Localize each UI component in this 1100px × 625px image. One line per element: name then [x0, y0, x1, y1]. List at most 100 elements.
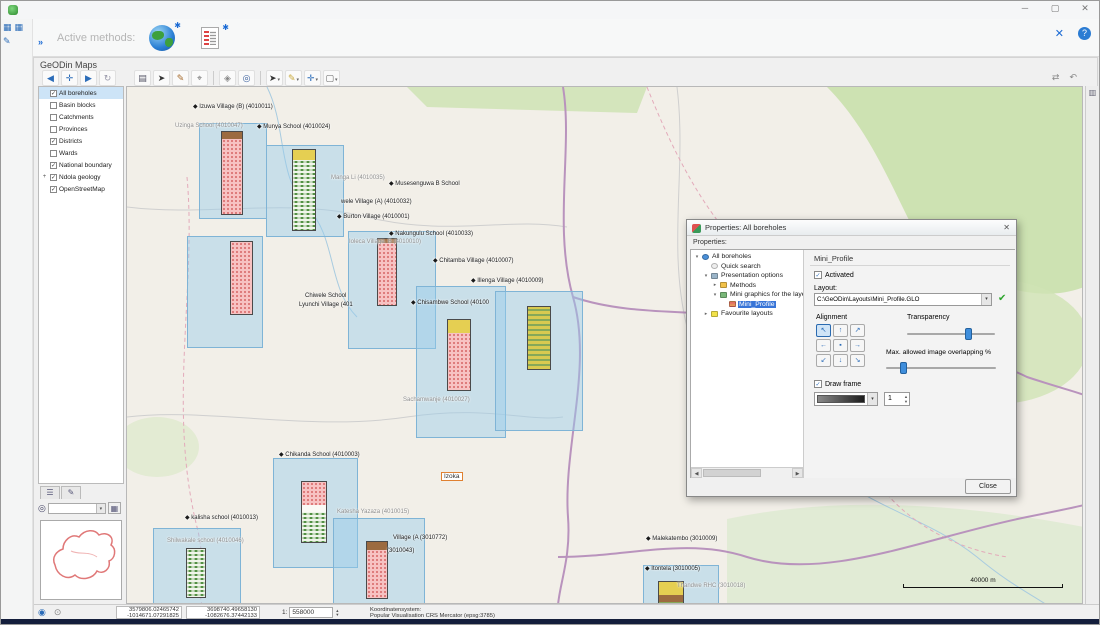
tree-expander-icon[interactable]: ▸: [712, 282, 718, 288]
tree-expander-icon[interactable]: ▾: [712, 292, 718, 298]
layer-checkbox[interactable]: ✓: [50, 174, 57, 181]
scroll-right-icon[interactable]: ▶: [792, 468, 803, 478]
close-button[interactable]: ✕: [1079, 3, 1091, 14]
layers-tab[interactable]: ☰: [40, 486, 60, 499]
panel-expand-chevron[interactable]: »: [38, 37, 43, 47]
pan-left-button[interactable]: ◀: [42, 70, 59, 86]
layer-row[interactable]: ✓National boundary: [39, 159, 123, 171]
close-methods-icon[interactable]: ✕: [1055, 27, 1064, 40]
slider-handle[interactable]: [965, 328, 972, 340]
layout-path-input[interactable]: C:\GeODin\Layouts\Mini_Profile.GLO ▾: [814, 293, 992, 306]
transparency-slider[interactable]: [907, 328, 995, 340]
scale-input[interactable]: 558000: [289, 607, 333, 618]
tree-item[interactable]: ▸Favourite layouts: [691, 309, 803, 319]
spinner-arrows-icon[interactable]: ▲▼: [904, 395, 908, 404]
layer-row[interactable]: Wards: [39, 147, 123, 159]
tree-item[interactable]: Mini_Profile: [691, 300, 803, 310]
layer-checkbox[interactable]: [50, 150, 57, 157]
minimize-button[interactable]: ─: [1019, 3, 1031, 14]
alignment-button[interactable]: ▪: [833, 339, 848, 352]
overlap-slider[interactable]: [886, 362, 996, 374]
dropdown-arrow-icon[interactable]: ▾: [335, 77, 338, 83]
mini-profile[interactable]: [447, 319, 471, 391]
chevron-down-icon[interactable]: ▾: [867, 393, 877, 405]
link-view-icon[interactable]: ⇄: [1052, 72, 1060, 83]
pin-panel-icon[interactable]: ▥: [1089, 88, 1097, 97]
layer-row[interactable]: +✓Ndola geology: [39, 171, 123, 183]
tree-item[interactable]: ▾Presentation options: [691, 271, 803, 281]
tree-item[interactable]: ▾Mini graphics for the laye: [691, 290, 803, 300]
mini-profile[interactable]: [230, 241, 253, 315]
mini-profile[interactable]: [292, 149, 316, 231]
scale-spinner[interactable]: ▲▼: [335, 609, 339, 617]
mini-profile[interactable]: [377, 238, 397, 306]
layer-row[interactable]: ✓OpenStreetMap: [39, 183, 123, 195]
layer-checkbox[interactable]: [50, 126, 57, 133]
slider-handle[interactable]: [900, 362, 907, 374]
layer-row[interactable]: Basin blocks: [39, 99, 123, 111]
dock-panel-2-icon[interactable]: ▦: [15, 22, 24, 33]
activated-checkbox[interactable]: ✓: [814, 271, 822, 279]
alignment-button[interactable]: ↙: [816, 354, 831, 367]
chevron-down-icon[interactable]: ▾: [981, 294, 991, 305]
dropdown-arrow-icon[interactable]: ▾: [316, 77, 319, 83]
layer-checkbox[interactable]: ✓: [50, 186, 57, 193]
alignment-button[interactable]: ↑: [833, 324, 848, 337]
dialog-close-icon[interactable]: ✕: [1003, 223, 1010, 232]
dialog-close-button[interactable]: Close: [965, 479, 1011, 494]
layer-row[interactable]: ✓Districts: [39, 135, 123, 147]
style-button[interactable]: ◈: [219, 70, 236, 86]
layer-row[interactable]: Provinces: [39, 123, 123, 135]
mini-profile[interactable]: [221, 131, 243, 215]
shape-mode-button[interactable]: ▢▾: [323, 70, 340, 86]
mini-profile[interactable]: [366, 541, 388, 599]
tree-expander-icon[interactable]: ▾: [694, 254, 700, 260]
refresh-button[interactable]: ↻: [99, 70, 116, 86]
map-method-button[interactable]: ✱: [147, 23, 181, 53]
tree-item[interactable]: ▾All boreholes: [691, 252, 803, 262]
mini-profile[interactable]: [186, 548, 206, 598]
edit-button[interactable]: ✎: [172, 70, 189, 86]
frame-width-spinner[interactable]: 1 ▲▼: [884, 392, 910, 406]
pan-mode-button[interactable]: ✛: [61, 70, 78, 86]
pan-right-button[interactable]: ▶: [80, 70, 97, 86]
dropdown-arrow-icon[interactable]: ▾: [278, 77, 281, 83]
alignment-button[interactable]: ↖: [816, 324, 831, 337]
layer-checkbox[interactable]: [50, 102, 57, 109]
layer-row[interactable]: Catchments: [39, 111, 123, 123]
alignment-button[interactable]: →: [850, 339, 865, 352]
overview-map[interactable]: [40, 520, 122, 600]
highlight-mode-button[interactable]: ✎▾: [285, 70, 302, 86]
crosshair-mode-button[interactable]: ✛▾: [304, 70, 321, 86]
previous-view-icon[interactable]: ↶: [1069, 72, 1077, 83]
draw-frame-checkbox[interactable]: ✓: [814, 380, 822, 388]
alignment-button[interactable]: ↗: [850, 324, 865, 337]
profile-method-button[interactable]: ✱: [199, 25, 229, 53]
pointer-mode-button[interactable]: ➤▾: [266, 70, 283, 86]
tree-expander-icon[interactable]: ▸: [703, 311, 709, 317]
alignment-button[interactable]: ←: [816, 339, 831, 352]
select-button[interactable]: ➤: [153, 70, 170, 86]
scroll-left-icon[interactable]: ◀: [691, 468, 702, 478]
maximize-button[interactable]: ▢: [1049, 3, 1061, 14]
frame-color-dropdown[interactable]: ▾: [814, 392, 878, 406]
alignment-button[interactable]: ↓: [833, 354, 848, 367]
layer-search-combo[interactable]: ▾: [48, 503, 106, 514]
save-map-button[interactable]: ▤: [134, 70, 151, 86]
legend-edit-tab[interactable]: ✎: [61, 486, 81, 499]
search-options-button[interactable]: ▦: [108, 502, 121, 514]
expander-icon[interactable]: +: [41, 174, 48, 180]
layer-checkbox[interactable]: ✓: [50, 138, 57, 145]
dock-panel-1-icon[interactable]: ▦: [3, 22, 12, 33]
tree-expander-icon[interactable]: ▾: [703, 273, 709, 279]
layer-checkbox[interactable]: ✓: [50, 90, 57, 97]
mini-profile[interactable]: [301, 481, 327, 543]
mini-profile[interactable]: [527, 306, 551, 370]
dialog-titlebar[interactable]: Properties: All boreholes ✕: [687, 220, 1016, 236]
tree-item[interactable]: ▸Methods: [691, 281, 803, 291]
zoom-button[interactable]: ◎: [238, 70, 255, 86]
layer-checkbox[interactable]: [50, 114, 57, 121]
tree-item[interactable]: Quick search: [691, 262, 803, 272]
chevron-down-icon[interactable]: ▾: [96, 504, 105, 513]
layer-row[interactable]: ✓All boreholes: [39, 87, 123, 99]
